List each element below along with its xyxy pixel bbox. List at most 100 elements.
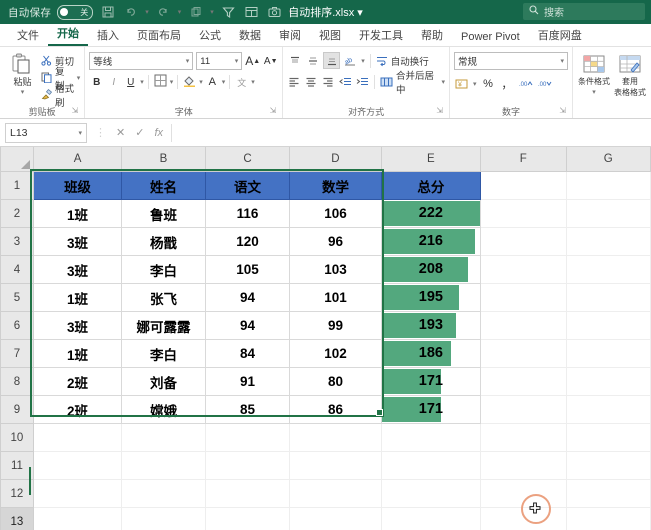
cell-c9[interactable]: 85	[205, 396, 290, 424]
font-color-button[interactable]: A	[205, 74, 220, 90]
cell-e9[interactable]: 171	[381, 396, 480, 424]
cell-c11[interactable]	[205, 452, 290, 480]
cell-g8[interactable]	[566, 368, 651, 396]
decrease-indent-button[interactable]	[338, 74, 352, 89]
accounting-format-button[interactable]: ¥	[454, 76, 469, 92]
bold-button[interactable]: B	[89, 74, 104, 90]
cell-d12[interactable]	[290, 480, 381, 508]
tab-developer[interactable]: 开发工具	[350, 25, 412, 46]
cell-d11[interactable]	[290, 452, 381, 480]
tab-baidu-netdisk[interactable]: 百度网盘	[529, 25, 591, 46]
cell-f1[interactable]	[481, 172, 566, 200]
borders-button[interactable]	[153, 74, 168, 90]
tab-view[interactable]: 视图	[310, 25, 350, 46]
insert-function-button[interactable]: fx	[154, 127, 163, 139]
cell-a7[interactable]: 1班	[33, 340, 121, 368]
row-header-6[interactable]: 6	[1, 312, 34, 340]
cell-a3[interactable]: 3班	[33, 228, 121, 256]
font-dialog-launcher[interactable]: ⇲	[270, 105, 277, 117]
cell-g7[interactable]	[566, 340, 651, 368]
merge-center-button[interactable]: 合并后居中 ▾	[380, 75, 445, 89]
fill-color-button[interactable]	[182, 74, 197, 90]
name-box-chevron-down-icon[interactable]: ▾	[78, 129, 82, 137]
column-header-b[interactable]: B	[122, 147, 205, 172]
cell-b5[interactable]: 张飞	[122, 284, 205, 312]
cell-a6[interactable]: 3班	[33, 312, 121, 340]
phonetic-guide-button[interactable]: 文	[234, 74, 249, 90]
cell-a9[interactable]: 2班	[33, 396, 121, 424]
tab-file[interactable]: 文件	[8, 25, 48, 46]
ribbon-tabs[interactable]: 文件 开始 插入 页面布局 公式 数据 审阅 视图 开发工具 帮助 Power …	[0, 24, 651, 47]
cell-a1[interactable]: 班级	[33, 172, 121, 200]
cell-d6[interactable]: 99	[290, 312, 381, 340]
cell-c12[interactable]	[205, 480, 290, 508]
cell-f6[interactable]	[481, 312, 566, 340]
italic-button[interactable]: I	[106, 74, 121, 90]
cell-g5[interactable]	[566, 284, 651, 312]
align-top-button[interactable]	[287, 53, 302, 68]
cell-f7[interactable]	[481, 340, 566, 368]
cell-d3[interactable]: 96	[290, 228, 381, 256]
cell-b1[interactable]: 姓名	[122, 172, 205, 200]
row-header-9[interactable]: 9	[1, 396, 34, 424]
borders-dropdown-icon[interactable]: ▾	[170, 78, 174, 86]
spreadsheet-grid[interactable]: A B C D E F G 1 班级 姓名 语文 数学 总分 2 1班 鲁班 1…	[0, 147, 651, 530]
row-header-4[interactable]: 4	[1, 256, 34, 284]
underline-dropdown-icon[interactable]: ▾	[140, 78, 144, 86]
cell-c6[interactable]: 94	[205, 312, 290, 340]
redo-icon[interactable]	[155, 4, 172, 21]
cell-g10[interactable]	[566, 424, 651, 452]
tab-help[interactable]: 帮助	[412, 25, 452, 46]
confirm-formula-button[interactable]: ✓	[135, 126, 144, 139]
cell-e6[interactable]: 193	[381, 312, 480, 340]
cell-f8[interactable]	[481, 368, 566, 396]
column-header-d[interactable]: D	[290, 147, 381, 172]
cell-e11[interactable]	[381, 452, 480, 480]
column-header-a[interactable]: A	[33, 147, 121, 172]
cell-e3[interactable]: 216	[381, 228, 480, 256]
cell-c7[interactable]: 84	[205, 340, 290, 368]
cell-e13[interactable]	[381, 508, 480, 530]
tab-formulas[interactable]: 公式	[190, 25, 230, 46]
column-header-f[interactable]: F	[481, 147, 566, 172]
alignment-dialog-launcher[interactable]: ⇲	[436, 105, 443, 117]
font-name-combo[interactable]: 等线 ▾	[89, 52, 193, 70]
cell-c2[interactable]: 116	[205, 200, 290, 228]
cell-g13[interactable]	[566, 508, 651, 530]
number-format-chevron-down-icon[interactable]: ▾	[560, 57, 564, 65]
tab-page-layout[interactable]: 页面布局	[128, 25, 190, 46]
cell-b8[interactable]: 刘备	[122, 368, 205, 396]
cell-d1[interactable]: 数学	[290, 172, 381, 200]
cell-e12[interactable]	[381, 480, 480, 508]
repeat-icon[interactable]	[187, 4, 204, 21]
cell-g1[interactable]	[566, 172, 651, 200]
font-size-chevron-down-icon[interactable]: ▾	[235, 57, 239, 65]
comma-format-button[interactable]: ，	[500, 76, 515, 92]
cell-b4[interactable]: 李白	[122, 256, 205, 284]
align-center-button[interactable]	[304, 74, 318, 89]
align-middle-button[interactable]	[305, 53, 320, 68]
font-name-chevron-down-icon[interactable]: ▾	[186, 57, 190, 65]
decrease-font-size-button[interactable]: A▼	[263, 53, 278, 69]
row-header-13[interactable]: 13	[1, 508, 34, 530]
row-header-1[interactable]: 1	[1, 172, 34, 200]
cell-b6[interactable]: 娜可露露	[122, 312, 205, 340]
paste-button[interactable]: 粘贴 ▾	[4, 50, 41, 96]
row-header-2[interactable]: 2	[1, 200, 34, 228]
cell-e2[interactable]: 222	[381, 200, 480, 228]
cell-e4[interactable]: 208	[381, 256, 480, 284]
paste-dropdown-icon[interactable]: ▾	[21, 88, 25, 96]
cell-g3[interactable]	[566, 228, 651, 256]
autosave-toggle[interactable]: 关	[57, 5, 93, 20]
cell-f9[interactable]	[481, 396, 566, 424]
cell-e7[interactable]: 186	[381, 340, 480, 368]
cell-b7[interactable]: 李白	[122, 340, 205, 368]
cell-f10[interactable]	[481, 424, 566, 452]
cell-e8[interactable]: 171	[381, 368, 480, 396]
cell-d13[interactable]	[290, 508, 381, 530]
tab-home[interactable]: 开始	[48, 23, 88, 46]
redo-dropdown-icon[interactable]: ▾	[178, 8, 182, 16]
cell-a10[interactable]	[33, 424, 121, 452]
cell-f4[interactable]	[481, 256, 566, 284]
cell-g2[interactable]	[566, 200, 651, 228]
